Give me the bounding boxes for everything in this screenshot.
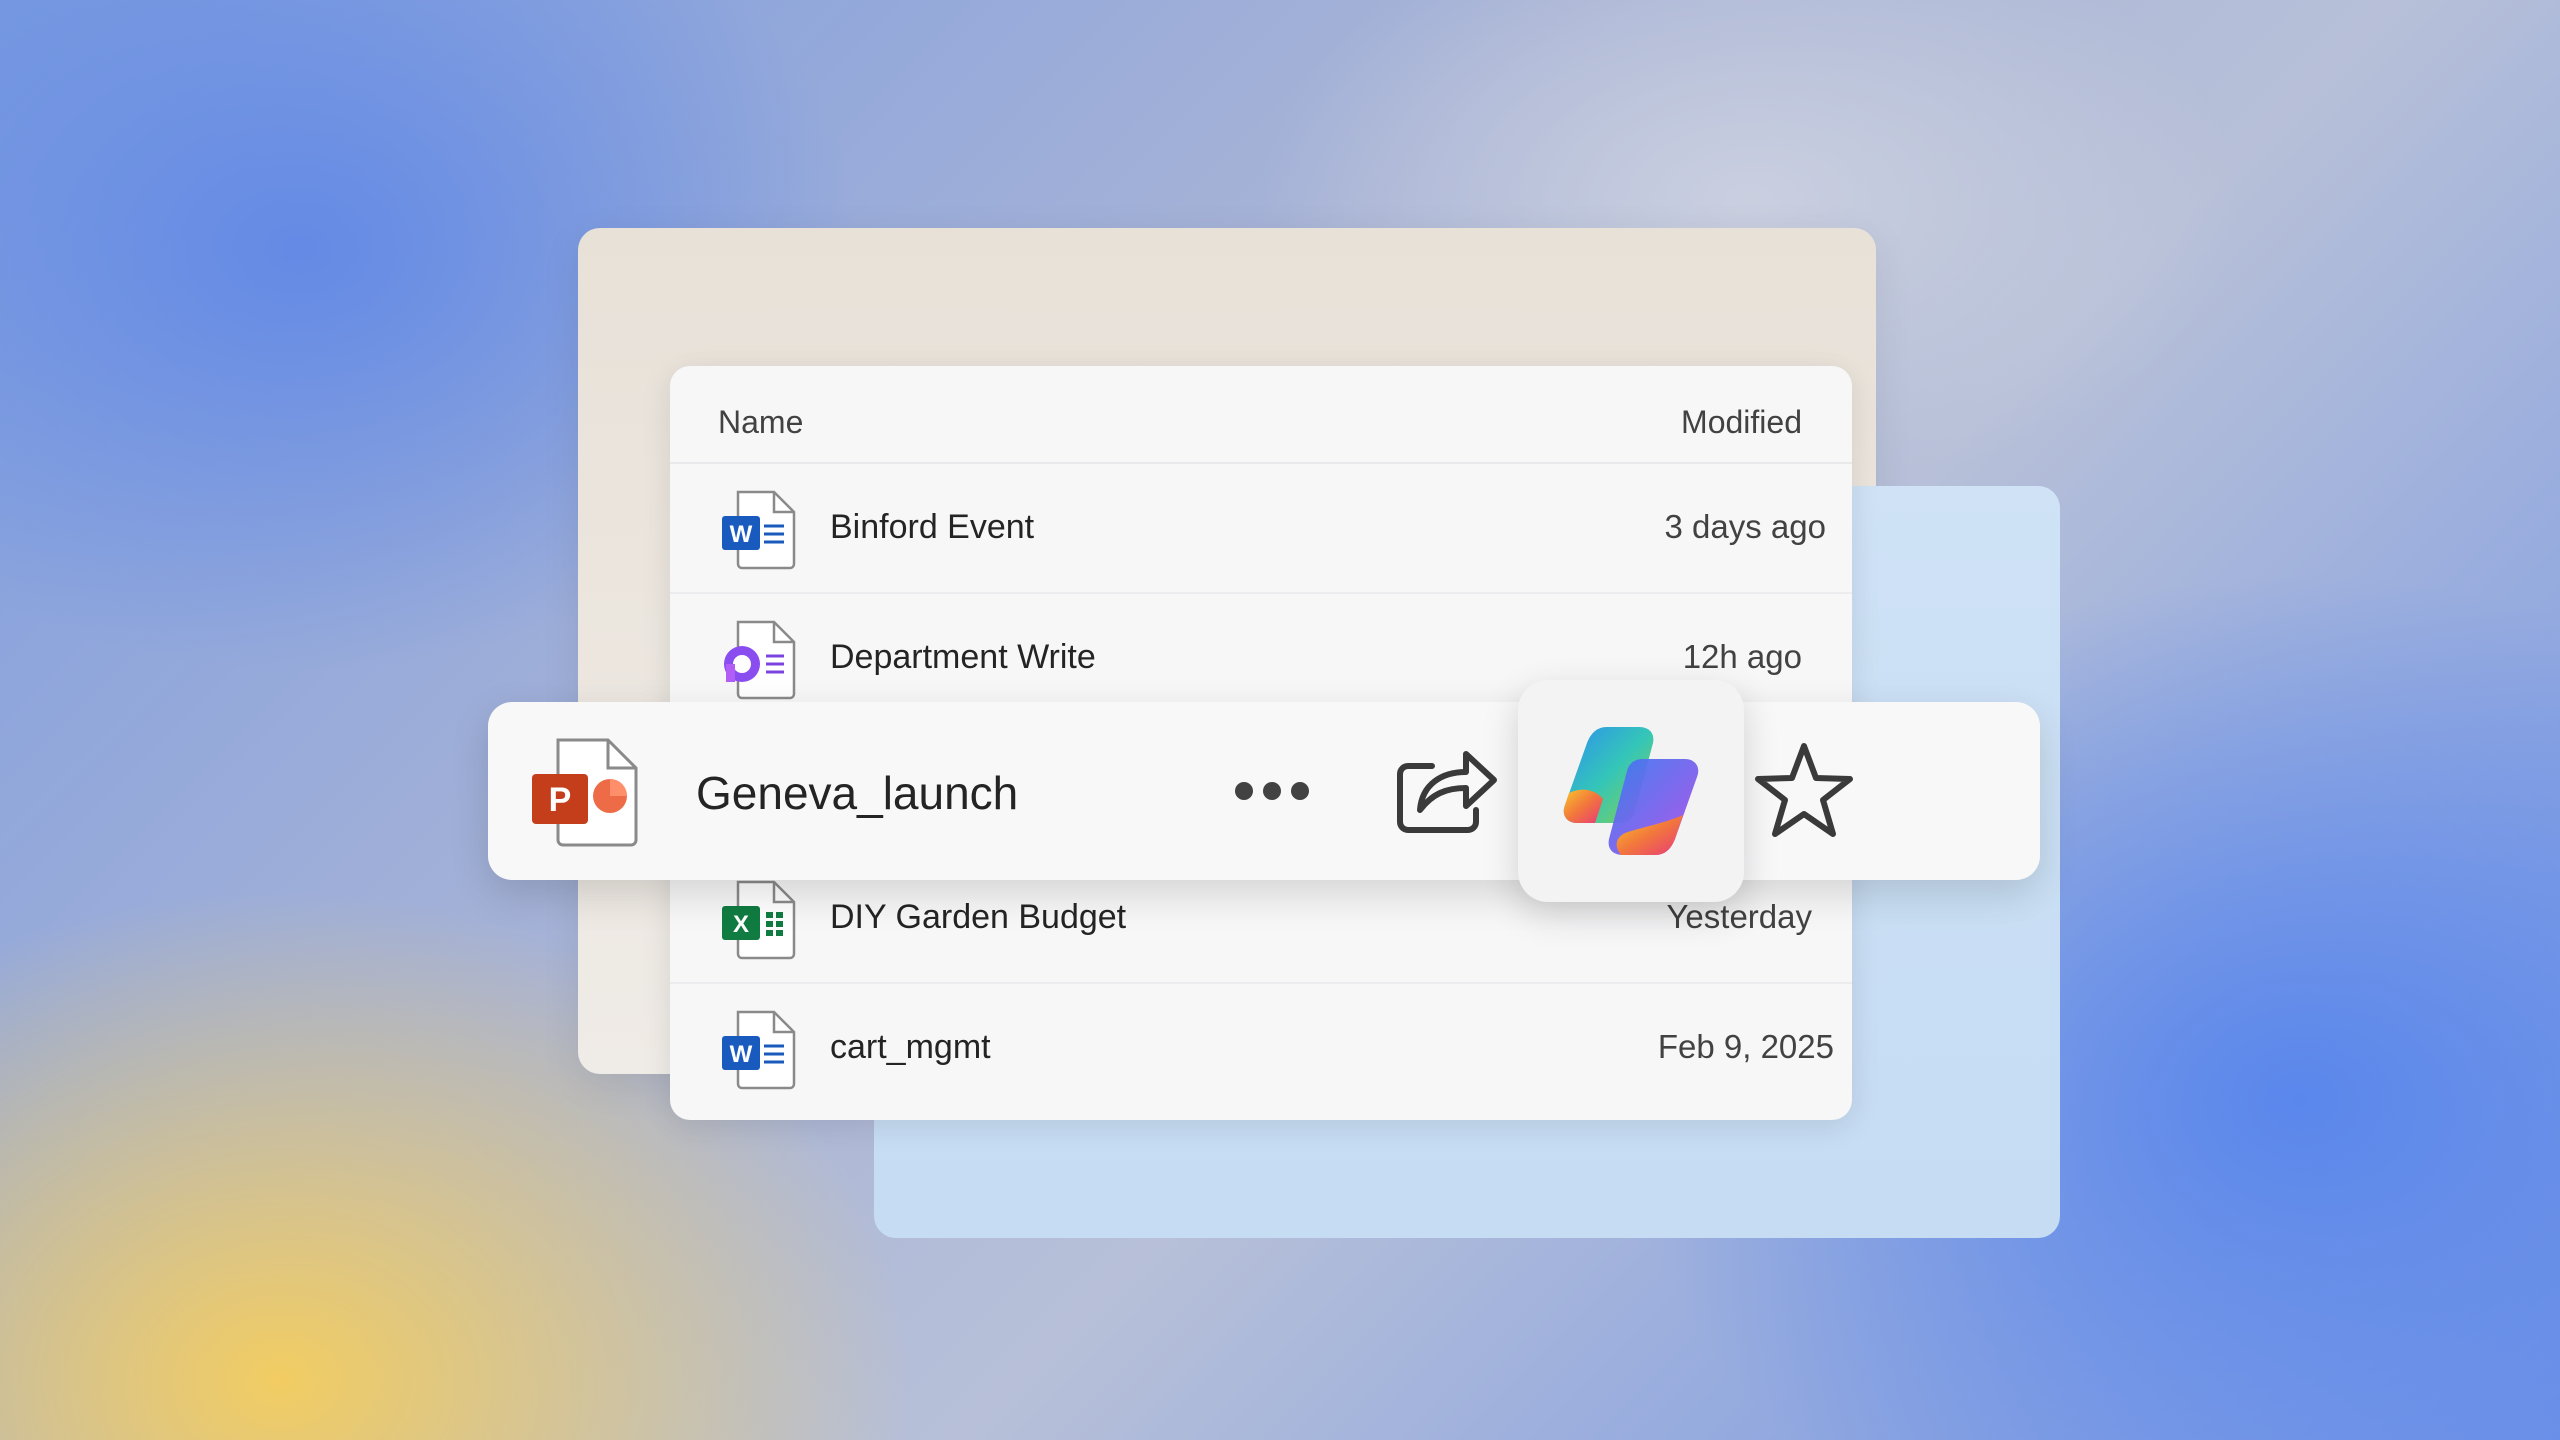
file-name: DIY Garden Budget (830, 898, 1127, 936)
column-header-name[interactable]: Name (718, 404, 803, 441)
svg-text:W: W (730, 1041, 753, 1068)
excel-icon: X (722, 880, 796, 960)
more-icon (1235, 782, 1253, 800)
powerpoint-icon: P (532, 738, 638, 847)
star-icon[interactable] (1750, 738, 1858, 844)
file-row-cart-mgmt[interactable]: W cart_mgmt Feb 9, 2025 (670, 984, 1852, 1114)
selected-file-name: Geneva_launch (696, 767, 1019, 819)
column-header-modified[interactable]: Modified (1681, 404, 1802, 441)
file-modified: 12h ago (1682, 638, 1802, 675)
file-modified: Feb 9, 2025 (1657, 1028, 1834, 1065)
word-icon: W (722, 490, 796, 570)
file-row-binford-event[interactable]: W Binford Event 3 days ago (670, 464, 1852, 594)
share-icon[interactable] (1392, 740, 1500, 840)
file-modified: Yesterday (1666, 898, 1812, 935)
copilot-icon (1563, 727, 1699, 855)
svg-text:P: P (549, 781, 572, 819)
more-options-button[interactable] (1224, 756, 1320, 826)
list-header: Name Modified (670, 366, 1852, 464)
loop-icon (724, 620, 796, 700)
file-name: Binford Event (830, 508, 1035, 546)
copilot-button[interactable] (1518, 680, 1744, 902)
svg-text:X: X (733, 911, 749, 938)
selected-file-row[interactable]: P Geneva_launch (488, 680, 2040, 902)
file-name: cart_mgmt (830, 1028, 991, 1066)
file-modified: 3 days ago (1664, 508, 1826, 545)
file-name: Department Write (830, 638, 1096, 676)
word-icon: W (722, 1010, 796, 1090)
svg-text:W: W (730, 521, 753, 548)
